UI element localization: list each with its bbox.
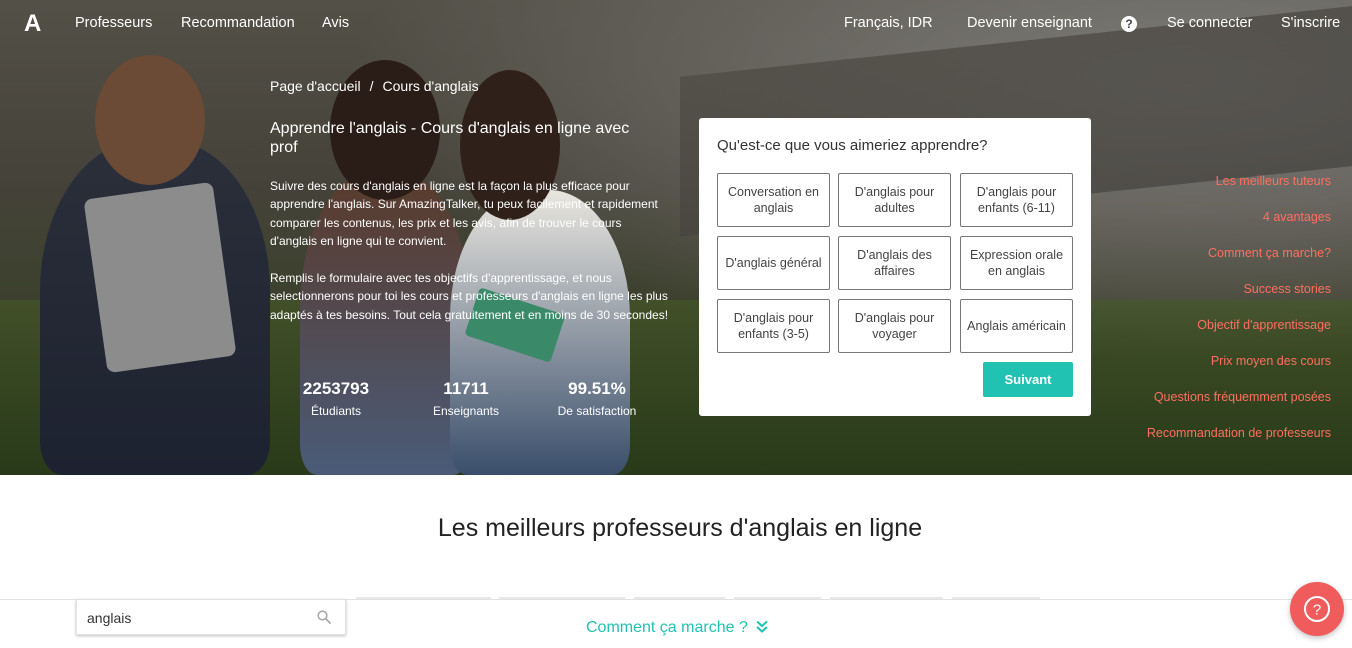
section-link-best-tutors[interactable]: Les meilleurs tuteurs bbox=[1147, 172, 1331, 208]
option-speaking[interactable]: Expression orale en anglais bbox=[960, 236, 1073, 290]
intro-text: Suivre des cours d'anglais en ligne est … bbox=[270, 177, 670, 324]
nav-link-recommandation[interactable]: Recommandation bbox=[181, 15, 295, 31]
section-link-teacher-recommendation[interactable]: Recommandation de professeurs bbox=[1147, 424, 1331, 460]
form-question: Qu'est-ce que vous aimeriez apprendre? bbox=[717, 137, 988, 154]
section-link-learning-goal[interactable]: Objectif d'apprentissage bbox=[1147, 316, 1331, 352]
double-chevron-down-icon bbox=[756, 620, 768, 633]
option-business[interactable]: D'anglais des affaires bbox=[838, 236, 951, 290]
section-nav: Les meilleurs tuteurs 4 avantages Commen… bbox=[1147, 172, 1331, 460]
signup-link[interactable]: S'inscrire bbox=[1281, 15, 1340, 31]
intro-paragraph: Remplis le formulaire avec tes objectifs… bbox=[270, 271, 669, 322]
option-general[interactable]: D'anglais général bbox=[717, 236, 830, 290]
option-american[interactable]: Anglais américain bbox=[960, 299, 1073, 353]
stat-label: Enseignants bbox=[432, 404, 500, 418]
stat-label: De satisfaction bbox=[557, 404, 637, 418]
breadcrumb-home[interactable]: Page d'accueil bbox=[270, 78, 361, 94]
student-head bbox=[95, 55, 205, 185]
help-circle-icon: ? bbox=[1304, 596, 1330, 622]
stat-value: 99.51% bbox=[568, 379, 626, 398]
help-chat-button[interactable]: ? bbox=[1290, 582, 1344, 636]
stat-satisfaction: 99.51% De satisfaction bbox=[537, 379, 657, 418]
language-currency-selector[interactable]: Français, IDR bbox=[844, 15, 933, 31]
help-icon[interactable]: ? bbox=[1121, 16, 1137, 32]
top-nav: A Professeurs Recommandation Avis França… bbox=[0, 0, 1352, 46]
section-link-how-it-works[interactable]: Comment ça marche? bbox=[1147, 244, 1331, 280]
how-it-works-label: Comment ça marche ? bbox=[586, 619, 748, 636]
section-link-average-price[interactable]: Prix moyen des cours bbox=[1147, 352, 1331, 388]
how-it-works-link[interactable]: Comment ça marche ? bbox=[586, 619, 768, 637]
login-link[interactable]: Se connecter bbox=[1167, 15, 1252, 31]
breadcrumb-separator: / bbox=[369, 78, 374, 94]
option-travel[interactable]: D'anglais pour voyager bbox=[838, 299, 951, 353]
nav-link-professeurs[interactable]: Professeurs bbox=[75, 15, 152, 31]
next-button[interactable]: Suivant bbox=[983, 362, 1073, 397]
section-link-success-stories[interactable]: Success stories bbox=[1147, 280, 1331, 316]
learning-goal-form: Qu'est-ce que vous aimeriez apprendre? C… bbox=[699, 118, 1091, 416]
option-kids-6-11[interactable]: D'anglais pour enfants (6-11) bbox=[960, 173, 1073, 227]
nav-link-avis[interactable]: Avis bbox=[322, 15, 349, 31]
page-title: Apprendre l'anglais - Cours d'anglais en… bbox=[270, 120, 630, 156]
option-adults[interactable]: D'anglais pour adultes bbox=[838, 173, 951, 227]
intro-paragraph: Suivre des cours d'anglais en ligne est … bbox=[270, 179, 658, 248]
section-link-advantages[interactable]: 4 avantages bbox=[1147, 208, 1331, 244]
stat-students: 2253793 Étudiants bbox=[276, 379, 396, 418]
search-box bbox=[76, 599, 346, 635]
stat-label: Étudiants bbox=[310, 404, 362, 418]
stat-value: 2253793 bbox=[302, 379, 370, 398]
option-conversation[interactable]: Conversation en anglais bbox=[717, 173, 830, 227]
stat-value: 11711 bbox=[443, 379, 489, 398]
search-input[interactable] bbox=[87, 608, 307, 628]
breadcrumb-current: Cours d'anglais bbox=[382, 78, 479, 94]
svg-text:?: ? bbox=[1313, 602, 1321, 619]
become-teacher-link[interactable]: Devenir enseignant bbox=[967, 15, 1092, 31]
section-link-faq[interactable]: Questions fréquemment posées bbox=[1147, 388, 1331, 424]
breadcrumb: Page d'accueil / Cours d'anglais bbox=[270, 78, 479, 94]
search-icon[interactable] bbox=[317, 610, 331, 624]
stat-teachers: 11711 Enseignants bbox=[406, 379, 526, 418]
laptop-image bbox=[83, 181, 237, 374]
option-kids-3-5[interactable]: D'anglais pour enfants (3-5) bbox=[717, 299, 830, 353]
section-title: Les meilleurs professeurs d'anglais en l… bbox=[437, 514, 923, 542]
logo[interactable]: A bbox=[24, 10, 41, 38]
